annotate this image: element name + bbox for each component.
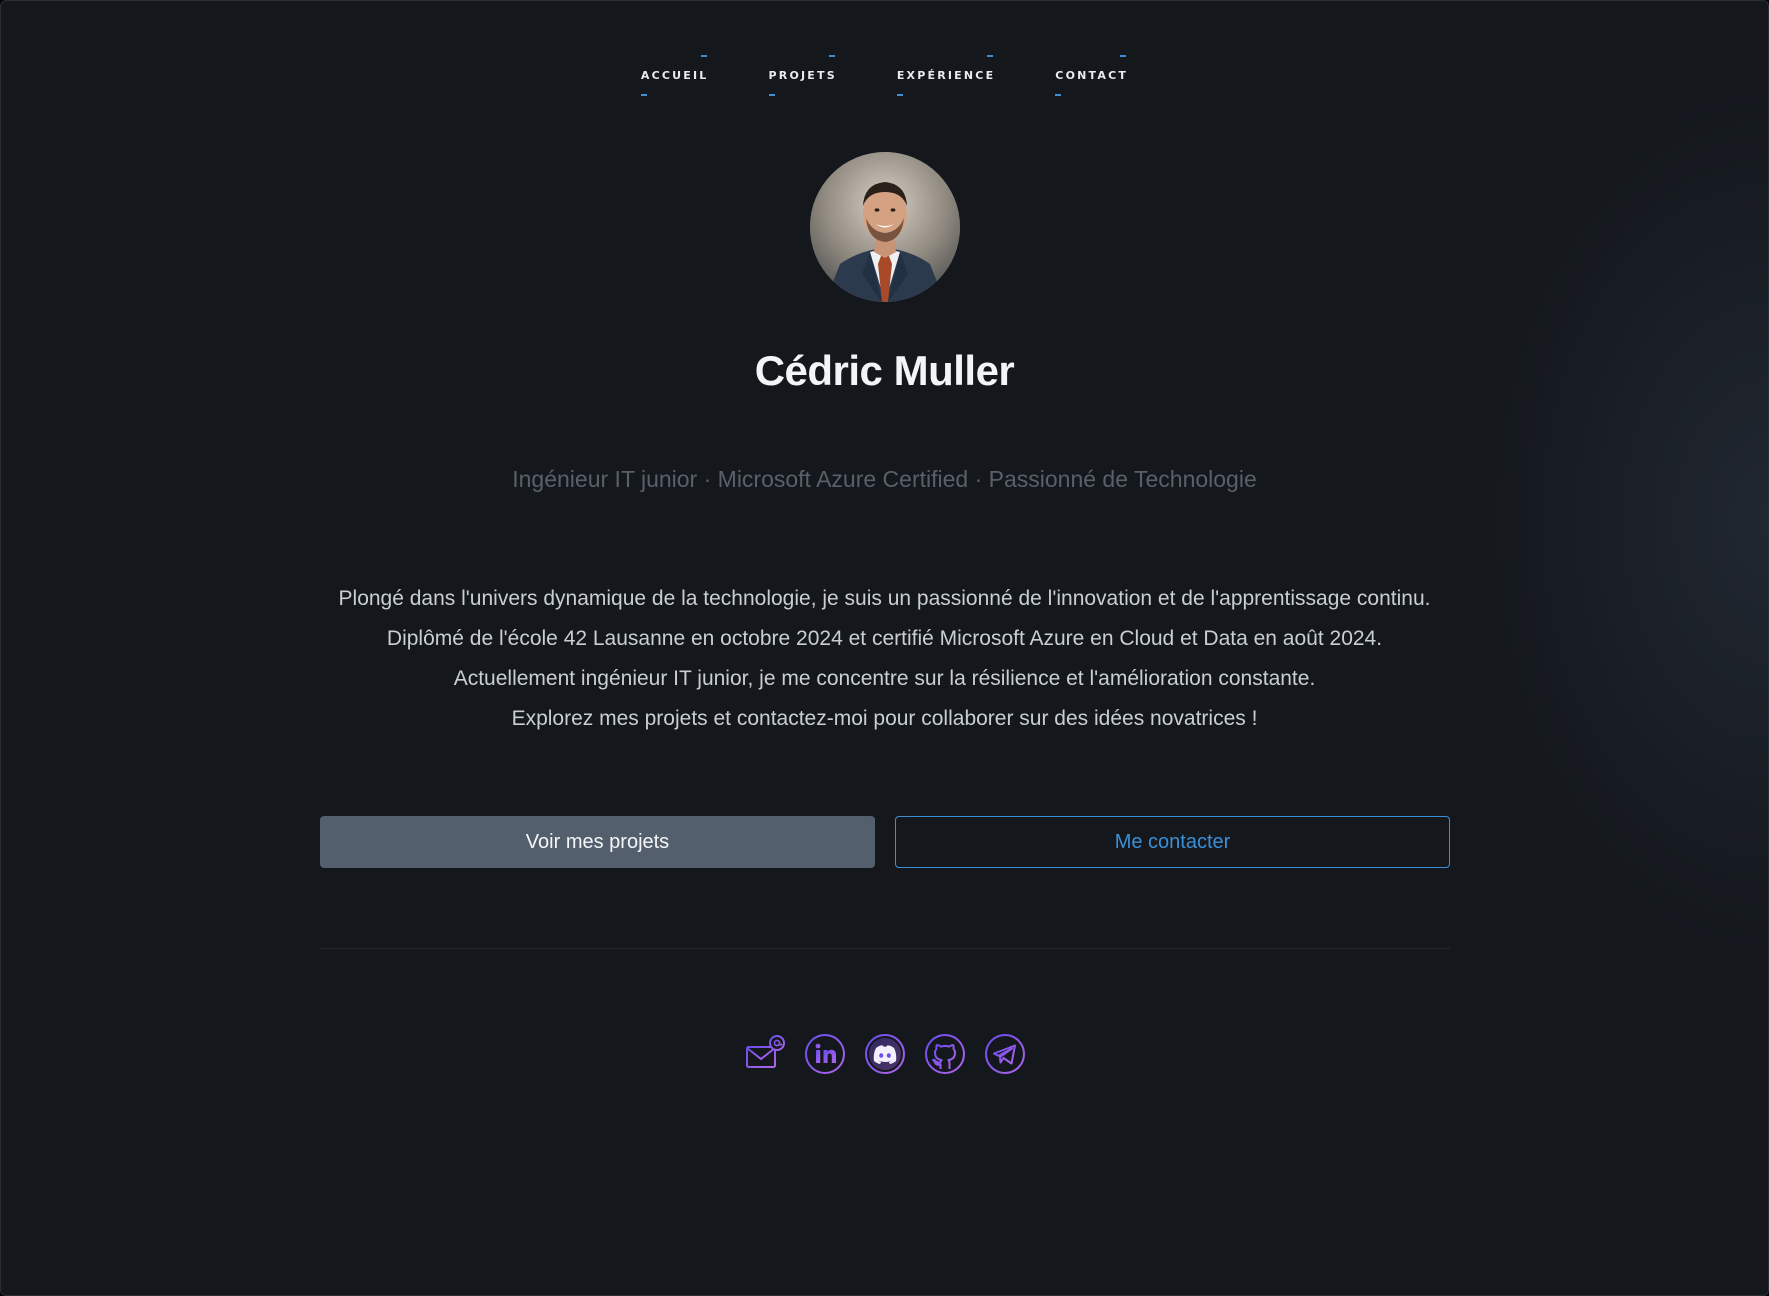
avatar — [810, 152, 960, 302]
avatar-portrait — [810, 152, 960, 302]
page: ACCUEIL PROJETS EXPÉRIENCE CONTACT Cédri… — [0, 0, 1769, 1296]
nav-item-label: ACCUEIL — [640, 69, 709, 82]
bio-line: Explorez mes projets et contactez-moi po… — [511, 707, 1258, 730]
bio-line: Plongé dans l'univers dynamique de la te… — [338, 587, 1431, 610]
contact-me-button[interactable]: Me contacter — [895, 816, 1450, 868]
profile-bio: Plongé dans l'univers dynamique de la te… — [1, 579, 1768, 739]
nav-accent-mark — [700, 55, 707, 57]
nav-accent-mark — [640, 94, 647, 96]
profile-subtitle: Ingénieur IT junior · Microsoft Azure Ce… — [512, 466, 1257, 492]
section-divider — [320, 948, 1450, 949]
discord-icon[interactable] — [864, 1033, 906, 1075]
nav-accent-mark — [1120, 55, 1127, 57]
nav-accent-mark — [768, 94, 775, 96]
linkedin-icon[interactable] — [804, 1033, 846, 1075]
bio-line: Actuellement ingénieur IT junior, je me … — [453, 667, 1316, 690]
nav-accent-mark — [828, 55, 835, 57]
nav-item-projets[interactable]: PROJETS — [768, 53, 837, 98]
nav-item-label: PROJETS — [768, 69, 837, 82]
social-links — [1, 1033, 1768, 1075]
bio-line: Diplômé de l'école 42 Lausanne en octobr… — [386, 627, 1383, 650]
email-icon[interactable] — [744, 1033, 786, 1075]
nav-item-label: EXPÉRIENCE — [896, 69, 996, 82]
top-nav: ACCUEIL PROJETS EXPÉRIENCE CONTACT — [1, 53, 1768, 98]
nav-item-experience[interactable]: EXPÉRIENCE — [896, 53, 996, 98]
nav-item-accueil[interactable]: ACCUEIL — [640, 53, 709, 98]
nav-accent-mark — [896, 94, 903, 96]
github-icon[interactable] — [924, 1033, 966, 1075]
nav-item-label: CONTACT — [1055, 69, 1129, 82]
view-projects-button[interactable]: Voir mes projets — [320, 816, 875, 868]
nav-accent-mark — [1055, 94, 1062, 96]
nav-item-contact[interactable]: CONTACT — [1055, 53, 1128, 98]
telegram-icon[interactable] — [984, 1033, 1026, 1075]
nav-accent-mark — [987, 55, 994, 57]
page-title: Cédric Muller — [754, 347, 1015, 394]
